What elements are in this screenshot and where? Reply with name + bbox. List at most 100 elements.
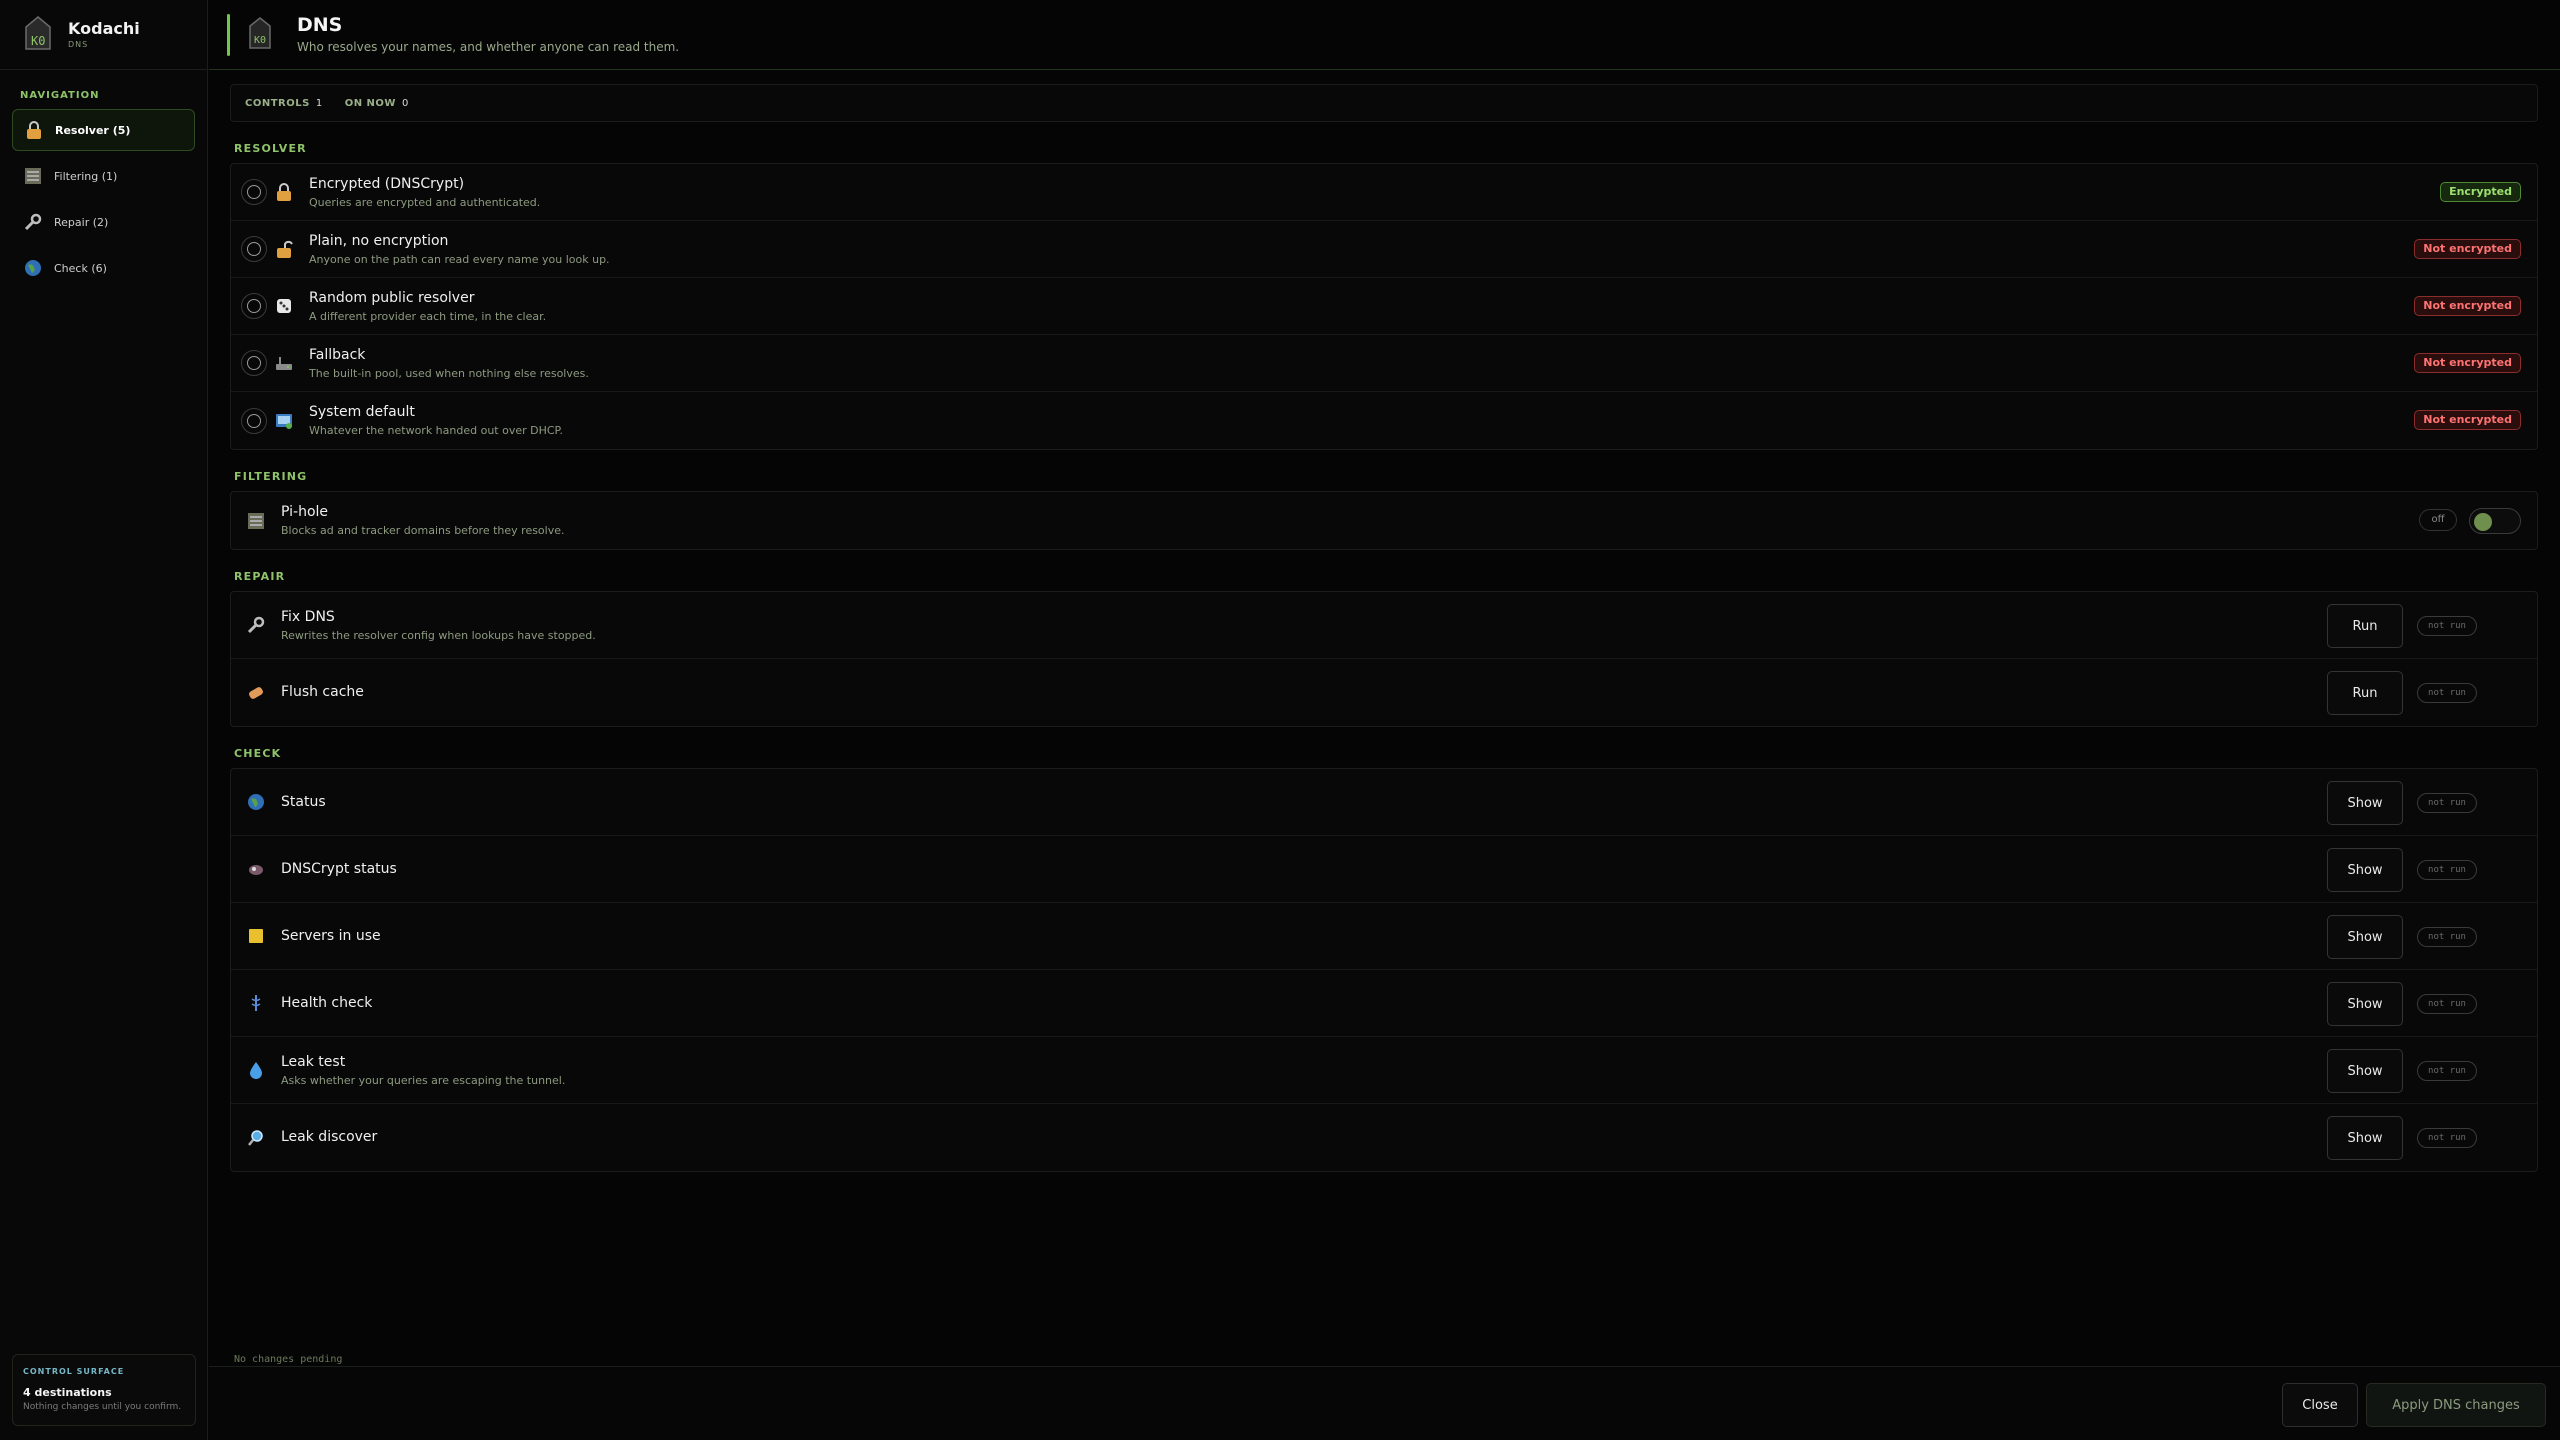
sidebar-item-label: Repair (2) <box>54 215 109 229</box>
globe-icon <box>22 257 44 279</box>
option-label: Random public resolver <box>309 289 475 306</box>
check-label: Leak test <box>281 1053 346 1070</box>
resolver-group: Encrypted (DNSCrypt) Queries are encrypt… <box>230 163 2538 450</box>
repair-flush-cache: Flush cache Run not run <box>231 659 2537 726</box>
pihole-toggle[interactable] <box>2469 508 2521 534</box>
sidebar-item-check[interactable]: Check (6) <box>12 247 195 289</box>
check-dnscrypt-status: DNSCrypt status Show not run <box>231 836 2537 903</box>
sidebar-item-resolver[interactable]: Resolver (5) <box>12 109 195 151</box>
radio-button[interactable] <box>241 236 267 262</box>
action-label: Fix DNS <box>281 608 335 625</box>
lock-closed-icon <box>273 181 295 203</box>
action-description: Rewrites the resolver config when lookup… <box>281 628 596 642</box>
check-health-check: Health check Show not run <box>231 970 2537 1037</box>
filter-list-icon <box>245 510 267 532</box>
show-button[interactable]: Show <box>2327 1116 2403 1160</box>
nav-title: NAVIGATION <box>20 90 100 101</box>
action-label: Flush cache <box>281 684 364 700</box>
show-button[interactable]: Show <box>2327 848 2403 892</box>
header-accent-bar <box>227 14 230 56</box>
run-status-badge: not run <box>2417 860 2477 880</box>
sidebar-item-label: Resolver (5) <box>55 123 131 137</box>
status-badge: Not encrypted <box>2414 296 2521 316</box>
show-button[interactable]: Show <box>2327 1049 2403 1093</box>
option-label: Pi-hole <box>281 504 329 520</box>
page-header: K0 DNS Who resolves your names, and whet… <box>209 0 2560 70</box>
close-button[interactable]: Close <box>2282 1383 2358 1427</box>
svg-text:K0: K0 <box>31 34 45 48</box>
system-icon <box>273 410 295 432</box>
radio-button[interactable] <box>241 179 267 205</box>
run-status-badge: not run <box>2417 793 2477 813</box>
wrench-icon <box>245 614 267 636</box>
main-content: CONTROLS 1 ON NOW 0 RESOLVER Encrypted (… <box>230 84 2538 1172</box>
status-badge: Not encrypted <box>2414 353 2521 373</box>
check-leak-discover: Leak discover Show not run <box>231 1104 2537 1171</box>
check-label: Health check <box>281 994 373 1011</box>
on-now-label: ON NOW <box>344 97 396 109</box>
check-leak-test: Leak test Asks whether your queries are … <box>231 1037 2537 1104</box>
status-badge: Not encrypted <box>2414 239 2521 259</box>
control-surface-destinations: 4 destinations <box>23 1386 112 1399</box>
toggle-state-label: off <box>2419 509 2457 531</box>
pending-status: No changes pending <box>234 1354 343 1365</box>
stats-bar: CONTROLS 1 ON NOW 0 <box>230 84 2538 122</box>
radio-button[interactable] <box>241 350 267 376</box>
section-title-repair: REPAIR <box>234 570 286 583</box>
resolver-option-system[interactable]: System default Whatever the network hand… <box>231 392 2537 449</box>
router-icon <box>273 352 295 374</box>
run-button[interactable]: Run <box>2327 671 2403 715</box>
radio-button[interactable] <box>241 407 267 434</box>
brand-name: Kodachi <box>68 19 140 38</box>
option-description: The built-in pool, used when nothing els… <box>309 366 589 380</box>
controls-count: 1 <box>315 97 323 109</box>
option-label: System default <box>309 404 415 420</box>
svg-text:K0: K0 <box>254 35 266 46</box>
lock-open-icon <box>273 238 295 260</box>
sidebar-item-repair[interactable]: Repair (2) <box>12 201 195 243</box>
brand: K0 Kodachi DNS <box>0 0 207 70</box>
medical-icon <box>245 992 267 1014</box>
sidebar-item-label: Filtering (1) <box>54 169 118 183</box>
option-description: Anyone on the path can read every name y… <box>309 252 610 266</box>
run-status-badge: not run <box>2417 616 2477 636</box>
option-description: Whatever the network handed out over DHC… <box>309 424 563 437</box>
show-button[interactable]: Show <box>2327 982 2403 1026</box>
controls-label: CONTROLS <box>245 97 310 109</box>
check-servers-in-use: Servers in use Show not run <box>231 903 2537 970</box>
check-group: Status Show not run DNSCrypt status Show… <box>230 768 2538 1172</box>
on-now-count: 0 <box>401 97 409 109</box>
page-title: DNS <box>297 14 343 36</box>
apply-dns-changes-button[interactable]: Apply DNS changes <box>2366 1383 2546 1427</box>
sidebar-item-label: Check (6) <box>54 261 107 275</box>
status-badge: Encrypted <box>2440 182 2521 202</box>
status-badge: Not encrypted <box>2414 410 2521 430</box>
resolver-option-random[interactable]: Random public resolver A different provi… <box>231 278 2537 335</box>
globe-icon <box>245 791 267 813</box>
run-status-badge: not run <box>2417 994 2477 1014</box>
droplet-icon <box>245 1059 267 1081</box>
filter-icon <box>22 165 44 187</box>
app-window: K0 Kodachi DNS NAVIGATION Resolver (5) F… <box>0 0 2560 1440</box>
run-button[interactable]: Run <box>2327 604 2403 648</box>
magnifier-icon <box>245 1127 267 1149</box>
option-label: Encrypted (DNSCrypt) <box>309 175 465 192</box>
section-title-resolver: RESOLVER <box>234 142 307 155</box>
sidebar-item-filtering[interactable]: Filtering (1) <box>12 155 195 197</box>
footer-bar: Close Apply DNS changes <box>209 1366 2560 1440</box>
resolver-option-fallback[interactable]: Fallback The built-in pool, used when no… <box>231 335 2537 392</box>
resolver-option-encrypted[interactable]: Encrypted (DNSCrypt) Queries are encrypt… <box>231 164 2537 221</box>
brand-subtitle: DNS <box>68 40 89 49</box>
check-label: Status <box>281 793 326 810</box>
resolver-option-plain[interactable]: Plain, no encryption Anyone on the path … <box>231 221 2537 278</box>
option-description: Blocks ad and tracker domains before the… <box>281 524 565 537</box>
note-icon <box>245 925 267 947</box>
repair-group: Fix DNS Rewrites the resolver config whe… <box>230 591 2538 727</box>
lock-icon <box>23 119 45 141</box>
check-label: Leak discover <box>281 1129 378 1145</box>
show-button[interactable]: Show <box>2327 915 2403 959</box>
sidebar: K0 Kodachi DNS NAVIGATION Resolver (5) F… <box>0 0 208 1440</box>
show-button[interactable]: Show <box>2327 781 2403 825</box>
radio-button[interactable] <box>241 293 267 319</box>
run-status-badge: not run <box>2417 927 2477 947</box>
